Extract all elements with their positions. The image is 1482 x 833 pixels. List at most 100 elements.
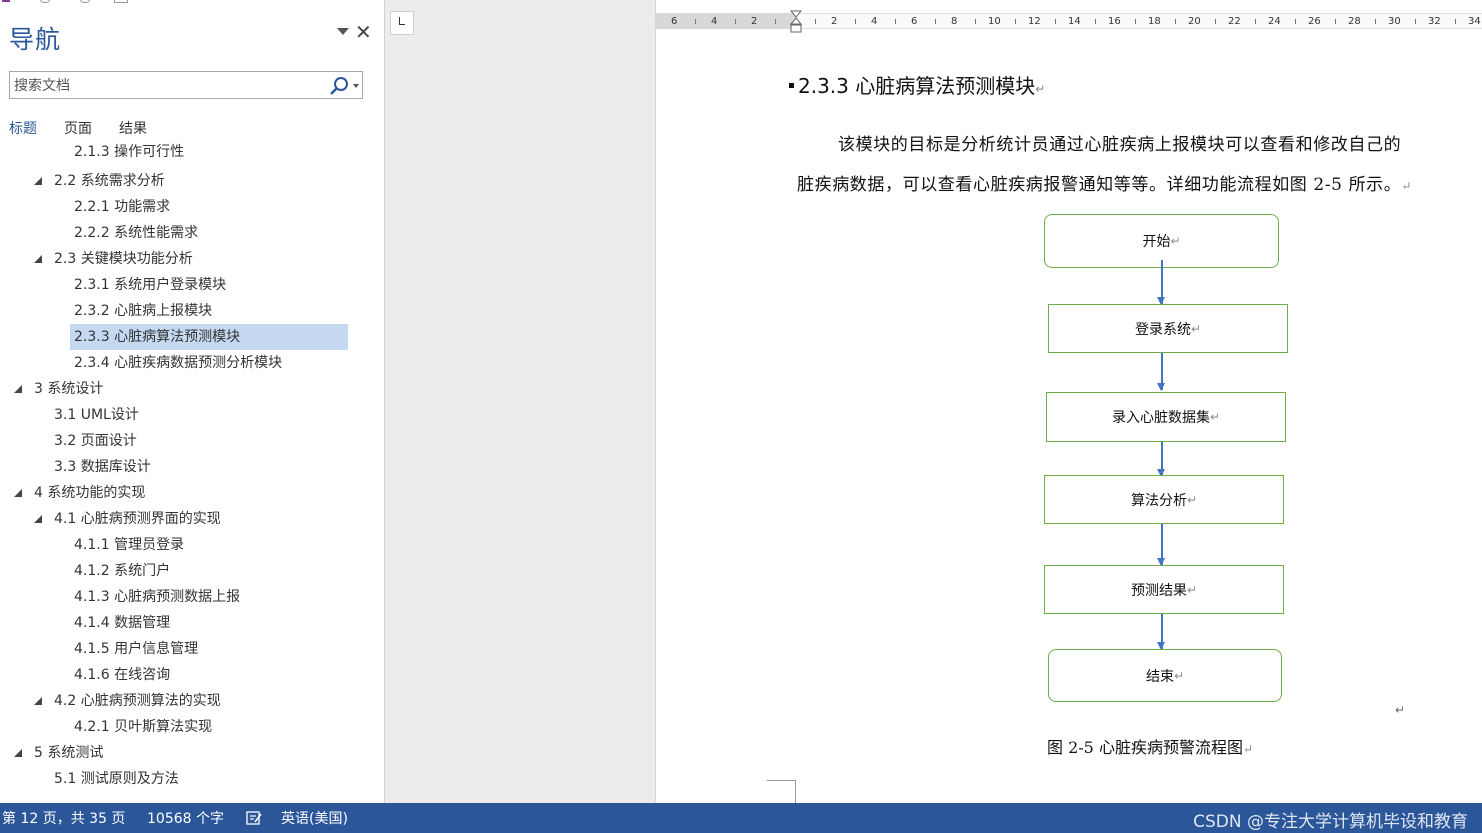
proofing-icon[interactable] (246, 811, 262, 825)
section-heading[interactable]: 2.3.3 心脏病算法预测模块↵ (789, 70, 1045, 99)
flow-box-algorithm[interactable]: 算法分析 ↵ (1044, 475, 1284, 524)
flow-box-input-data[interactable]: 录入心脏数据集 ↵ (1046, 392, 1286, 442)
search-document-box[interactable] (9, 71, 363, 99)
outline-item[interactable]: 4.1.2 系统门户 (0, 558, 384, 584)
outline-item[interactable]: 4.1.4 数据管理 (0, 610, 384, 636)
language-status[interactable]: 英语(美国) (281, 808, 348, 828)
ruler-number: 30 (1388, 16, 1401, 27)
body-paragraph-line-1[interactable]: 该模块的目标是分析统计员通过心脏疾病上报模块可以查看和修改自己的 (838, 130, 1401, 155)
ruler-tick (1335, 19, 1336, 24)
outline-item[interactable]: 3 系统设计 (0, 376, 384, 402)
outline-item-label: 2.3.4 心脏疾病数据预测分析模块 (74, 355, 283, 371)
search-input[interactable] (12, 75, 316, 97)
outline-item-label: 4.1.4 数据管理 (74, 615, 171, 631)
figure-caption[interactable]: 图 2-5 心脏疾病预警流程图↵ (1047, 734, 1253, 758)
outline-item[interactable]: 3.3 数据库设计 (0, 454, 384, 480)
navigation-title: 导航 (9, 25, 62, 54)
outline-item[interactable]: 4.1.1 管理员登录 (0, 532, 384, 558)
outline-item-label: 2.3 关键模块功能分析 (54, 251, 193, 267)
collapse-triangle-icon[interactable] (14, 749, 22, 757)
ruler-tick (1055, 19, 1056, 24)
paragraph-mark: ↵ (1173, 668, 1185, 683)
outline-item[interactable]: 2.2 系统需求分析 (0, 168, 384, 194)
outline-item[interactable]: 4.1.5 用户信息管理 (0, 636, 384, 662)
paragraph-mark: ↵ (1035, 82, 1046, 96)
quick-access-strip (0, 0, 384, 6)
outline-item[interactable]: 2.2.1 功能需求 (0, 194, 384, 220)
paragraph-mark: ↵ (1242, 742, 1254, 756)
flow-box-start-label: 开始 (1142, 234, 1171, 250)
ruler-tick (815, 19, 816, 24)
redo-icon[interactable] (80, 0, 90, 3)
outline-item[interactable]: 2.3.1 系统用户登录模块 (0, 272, 384, 298)
ruler-tick (1135, 19, 1136, 24)
flow-box-login[interactable]: 登录系统 ↵ (1048, 304, 1288, 353)
ruler-number: 32 (1428, 16, 1441, 27)
ruler-number: 2 (751, 16, 758, 27)
outline-item[interactable]: 4.2 心脏病预测算法的实现 (0, 688, 384, 714)
outline-item[interactable]: 4.1.3 心脏病预测数据上报 (0, 584, 384, 610)
paragraph-mark: ↵ (1209, 410, 1221, 424)
flow-box-login-label: 登录系统 (1134, 321, 1191, 338)
ruler-number: 22 (1228, 16, 1241, 27)
collapse-triangle-icon[interactable] (34, 255, 42, 263)
flow-box-algorithm-label: 算法分析 (1130, 492, 1187, 509)
flow-box-end-label: 结束 (1145, 668, 1174, 685)
tab-pages[interactable]: 页面 (64, 118, 92, 138)
body-paragraph-line-2[interactable]: 脏疾病数据，可以查看心脏疾病报警通知等等。详细功能流程如图 2-5 所示。↵ (797, 170, 1412, 195)
csdn-watermark: CSDN @专注大学计算机毕设和教育 (1193, 812, 1468, 832)
ruler-number: 6 (671, 16, 678, 27)
outline-item-label: 4 系统功能的实现 (34, 485, 146, 501)
search-icon[interactable] (328, 76, 350, 96)
tab-results[interactable]: 结果 (119, 118, 147, 138)
undo-icon[interactable] (40, 0, 50, 3)
outline-item[interactable]: 4 系统功能的实现 (0, 480, 384, 506)
page-count-status[interactable]: 第 12 页，共 35 页 (2, 808, 125, 828)
pane-options-dropdown-icon[interactable] (337, 28, 349, 35)
ruler-number: 10 (988, 16, 1001, 27)
outline-item[interactable]: 3.1 UML设计 (0, 402, 384, 428)
outline-item-label: 4.1.3 心脏病预测数据上报 (74, 589, 241, 605)
collapse-triangle-icon[interactable] (34, 515, 42, 523)
body-paragraph-line-2-text: 脏疾病数据，可以查看心脏疾病报警通知等等。详细功能流程如图 2-5 所示。 (797, 175, 1402, 195)
ruler-number: 24 (1268, 16, 1281, 27)
outline-item[interactable]: 2.3.4 心脏疾病数据预测分析模块 (0, 350, 384, 376)
paragraph-mark: ↵ (1190, 321, 1202, 336)
tab-headings[interactable]: 标题 (9, 118, 37, 138)
horizontal-ruler[interactable]: 6 4 2 2 4 6 8 10 12 14 16 18 20 22 24 26 28 30 32 34 (655, 10, 1482, 34)
outline-item[interactable]: 2.1.3 操作可行性 (0, 143, 384, 165)
collapse-triangle-icon[interactable] (34, 177, 42, 185)
outline-item-label: 3.2 页面设计 (54, 433, 137, 449)
ruler-number: 34 (1468, 16, 1481, 27)
flow-box-end[interactable]: 结束 ↵ (1048, 649, 1282, 702)
print-preview-icon[interactable] (114, 0, 128, 3)
outline-item[interactable]: 4.1 心脏病预测界面的实现 (0, 506, 384, 532)
outline-item[interactable]: 5.1 测试原则及方法 (0, 766, 384, 792)
heading-outline: 2.1.3 操作可行性 2.2 系统需求分析 2.2.1 功能需求 2.2.2 系统性… (0, 143, 384, 803)
paragraph-mark: ↵ (1186, 492, 1198, 507)
outline-item[interactable]: 2.3 关键模块功能分析 (0, 246, 384, 272)
outline-item[interactable]: 5 系统测试 (0, 740, 384, 766)
ruler-number: 2 (831, 16, 838, 27)
outline-item[interactable]: 3.2 页面设计 (0, 428, 384, 454)
outline-item[interactable]: 4.2.1 贝叶斯算法实现 (0, 714, 384, 740)
collapse-triangle-icon[interactable] (14, 385, 22, 393)
outline-item[interactable]: 2.2.2 系统性能需求 (0, 220, 384, 246)
outline-item-label: 4.2.1 贝叶斯算法实现 (74, 719, 213, 735)
status-bar: 第 12 页，共 35 页 10568 个字 英语(美国) CSDN @专注大学… (0, 803, 1482, 833)
word-count-status[interactable]: 10568 个字 (147, 808, 224, 828)
flow-box-result[interactable]: 预测结果 ↵ (1044, 565, 1284, 614)
tab-stop-selector[interactable] (390, 11, 414, 35)
outline-item[interactable]: 4.1.6 在线咨询 (0, 662, 384, 688)
flow-arrow-1 (1158, 260, 1164, 305)
ruler-tick (1095, 19, 1096, 24)
ruler-tick (1015, 19, 1016, 24)
collapse-triangle-icon[interactable] (14, 489, 22, 497)
search-options-dropdown-icon[interactable] (353, 84, 359, 88)
ruler-tick (735, 19, 736, 24)
outline-item-selected[interactable]: 2.3.3 心脏病算法预测模块 (70, 324, 348, 350)
collapse-triangle-icon[interactable] (34, 697, 42, 705)
outline-item[interactable]: 2.3.2 心脏病上报模块 (0, 298, 384, 324)
document-gutter (385, 0, 656, 803)
close-pane-button[interactable]: ✕ (355, 20, 372, 44)
